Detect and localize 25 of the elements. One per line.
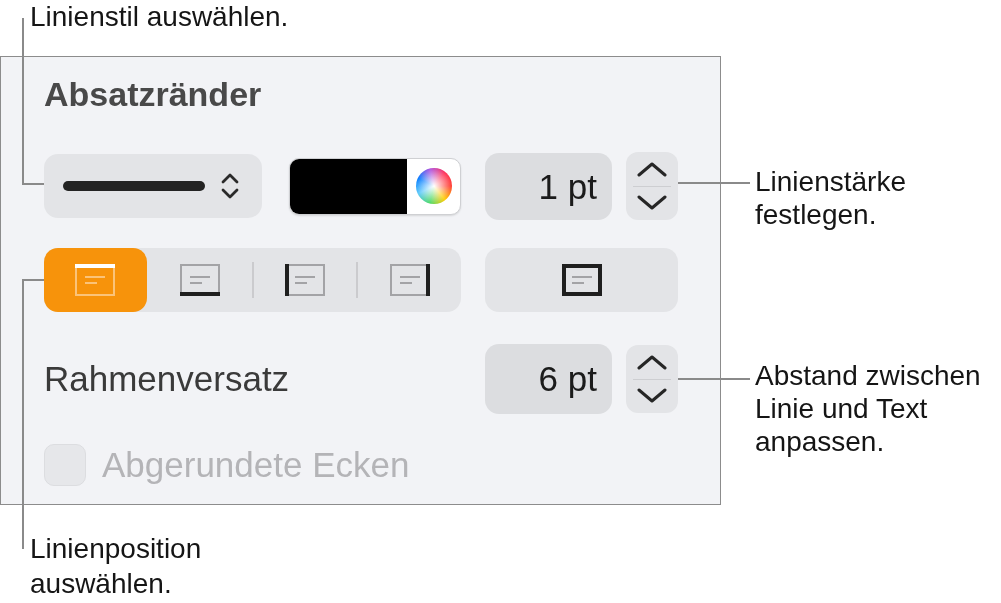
line-width-field[interactable]: 1 pt [485,152,612,220]
offset-field[interactable]: 6 pt [485,344,612,414]
chevron-down-icon [637,388,667,403]
callout-text: Linienposition auswählen. [30,532,203,601]
color-wheel-icon [415,168,452,204]
chevron-up-icon [637,162,667,177]
left-border-icon [284,264,325,296]
offset-label: Rahmenversatz [44,359,290,399]
callout-text: Linienstärke festlegen. [755,165,907,231]
box-border-icon [561,264,602,296]
stepper[interactable] [626,345,678,413]
chevron-up-down-icon [220,172,240,200]
checkbox-label: Abgerundete Ecken [102,445,410,485]
right-border-icon [389,264,430,296]
color-well[interactable] [289,157,461,215]
all-borders-button[interactable] [485,248,678,312]
line-style-popup[interactable] [44,154,262,218]
callout-text: Abstand zwischen Linie und Text anpassen. [755,359,982,458]
stepper[interactable] [626,152,678,220]
bottom-border-icon [180,264,221,296]
chevron-up-icon [637,355,667,370]
chevron-down-icon [637,195,667,210]
top-border-icon [75,264,116,296]
callout-text: Linienstil auswählen. [30,0,289,33]
panel-title: Absatzränder [44,74,262,114]
